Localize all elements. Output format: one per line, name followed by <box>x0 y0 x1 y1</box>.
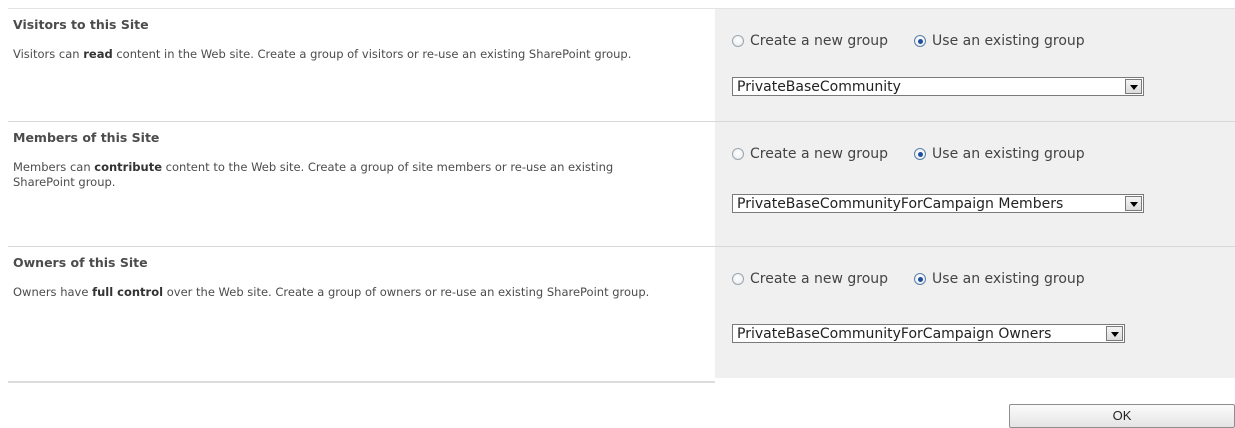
form-bottom-divider <box>8 381 715 383</box>
members-radio-group: Create a new group Use an existing group <box>732 146 1085 162</box>
dropdown-arrow-icon[interactable] <box>1125 79 1142 94</box>
radio-selected-icon[interactable] <box>914 148 927 160</box>
owners-section: Owners of this Site Owners have full con… <box>8 246 1235 378</box>
members-section: Members of this Site Members can contrib… <box>8 121 1235 246</box>
visitors-desc-bold: read <box>83 47 113 61</box>
owners-group-select[interactable]: PrivateBaseCommunityForCampaign Owners <box>732 324 1125 343</box>
visitors-description-panel: Visitors to this Site Visitors can read … <box>8 9 715 121</box>
visitors-description: Visitors can read content in the Web sit… <box>13 47 673 62</box>
visitors-use-existing-radio[interactable]: Use an existing group <box>914 33 1085 49</box>
owners-use-existing-label: Use an existing group <box>932 271 1085 287</box>
visitors-create-new-radio[interactable]: Create a new group <box>732 33 888 49</box>
dropdown-arrow-icon[interactable] <box>1125 196 1142 211</box>
owners-radio-group: Create a new group Use an existing group <box>732 271 1085 287</box>
members-desc-text: Members can <box>13 160 95 174</box>
members-controls-panel: Create a new group Use an existing group… <box>715 122 1235 246</box>
owners-description-panel: Owners of this Site Owners have full con… <box>8 247 715 378</box>
members-description-panel: Members of this Site Members can contrib… <box>8 122 715 246</box>
members-section-title: Members of this Site <box>13 130 160 145</box>
visitors-use-existing-label: Use an existing group <box>932 33 1085 49</box>
visitors-section-title: Visitors to this Site <box>13 17 149 32</box>
dropdown-arrow-icon[interactable] <box>1106 326 1123 341</box>
members-group-select-value: PrivateBaseCommunityForCampaign Members <box>737 195 1064 212</box>
owners-group-select-value: PrivateBaseCommunityForCampaign Owners <box>737 325 1052 342</box>
ok-button[interactable]: OK <box>1009 404 1235 428</box>
members-use-existing-radio[interactable]: Use an existing group <box>914 146 1085 162</box>
visitors-desc-text: Visitors can <box>13 47 84 61</box>
radio-selected-icon[interactable] <box>914 273 927 285</box>
radio-selected-icon[interactable] <box>914 35 927 47</box>
visitors-controls-panel: Create a new group Use an existing group… <box>715 9 1235 121</box>
owners-controls-panel: Create a new group Use an existing group… <box>715 247 1235 378</box>
members-desc-bold: contribute <box>94 160 162 174</box>
owners-description: Owners have full control over the Web si… <box>13 285 673 300</box>
owners-desc-text-rest: over the Web site. Create a group of own… <box>163 285 650 299</box>
owners-create-new-radio[interactable]: Create a new group <box>732 271 888 287</box>
members-description: Members can contribute content to the We… <box>13 160 673 190</box>
radio-unselected-icon[interactable] <box>732 148 744 160</box>
visitors-group-select-value: PrivateBaseCommunity <box>737 78 901 95</box>
group-settings-form: Visitors to this Site Visitors can read … <box>8 8 1235 378</box>
owners-create-new-label: Create a new group <box>750 271 889 287</box>
visitors-group-select[interactable]: PrivateBaseCommunity <box>732 77 1144 96</box>
members-group-select[interactable]: PrivateBaseCommunityForCampaign Members <box>732 194 1144 213</box>
owners-section-title: Owners of this Site <box>13 255 148 270</box>
visitors-radio-group: Create a new group Use an existing group <box>732 33 1085 49</box>
members-use-existing-label: Use an existing group <box>932 146 1085 162</box>
radio-unselected-icon[interactable] <box>732 273 744 285</box>
radio-unselected-icon[interactable] <box>732 35 744 47</box>
owners-use-existing-radio[interactable]: Use an existing group <box>914 271 1085 287</box>
visitors-section: Visitors to this Site Visitors can read … <box>8 8 1235 121</box>
visitors-create-new-label: Create a new group <box>750 33 889 49</box>
visitors-desc-text-rest: content in the Web site. Create a group … <box>112 47 632 61</box>
members-create-new-radio[interactable]: Create a new group <box>732 146 888 162</box>
owners-desc-text: Owners have <box>13 285 93 299</box>
owners-desc-bold: full control <box>92 285 164 299</box>
members-create-new-label: Create a new group <box>750 146 889 162</box>
